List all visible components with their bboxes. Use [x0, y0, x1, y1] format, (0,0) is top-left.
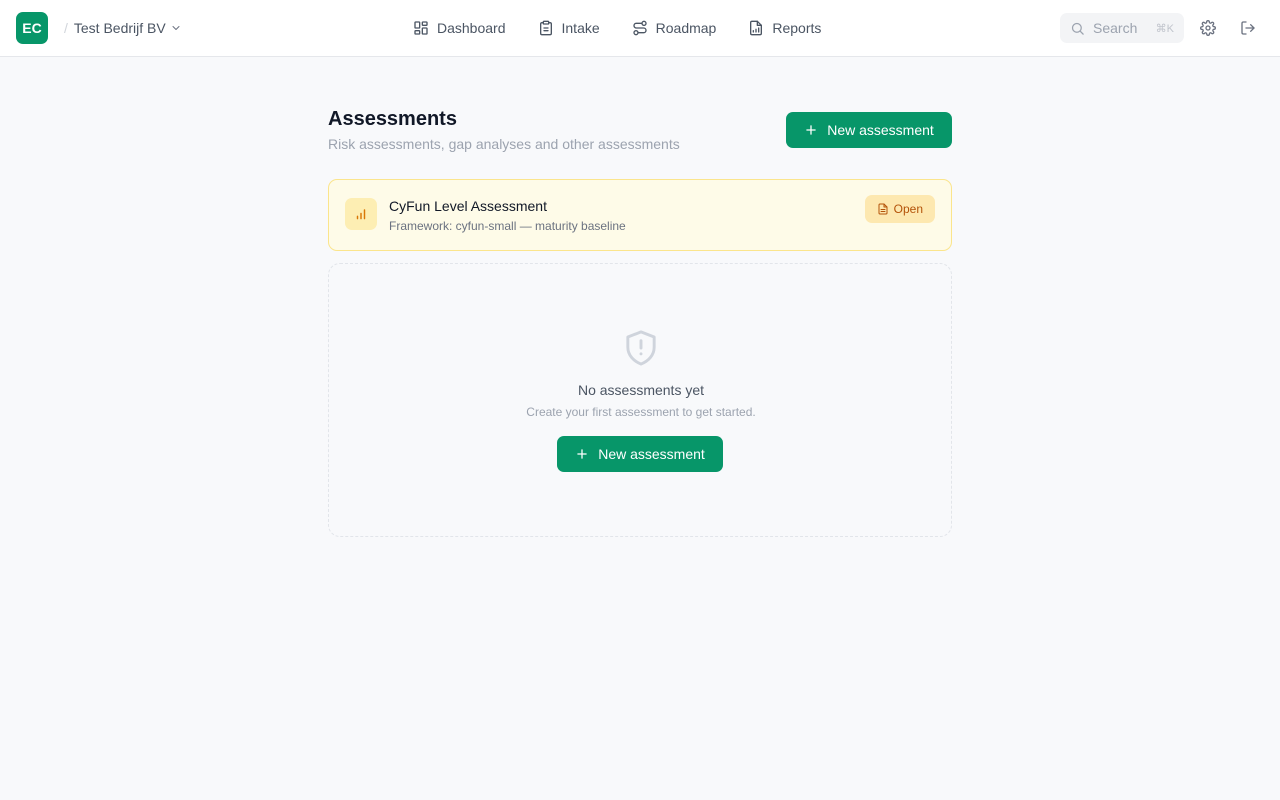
gear-icon [1200, 20, 1216, 36]
breadcrumb-separator: / [64, 20, 68, 36]
nav-intake[interactable]: Intake [528, 14, 610, 42]
nav-roadmap-label: Roadmap [655, 20, 717, 36]
empty-state-title: No assessments yet [577, 382, 705, 398]
status-badge: Open [864, 195, 935, 223]
empty-new-assessment-label: New assessment [598, 446, 705, 462]
assessment-framework: Framework: cyfun-small — maturity baseli… [389, 219, 626, 233]
main-nav: Dashboard Intake Roadmap Reports [403, 14, 831, 42]
logout-icon [1241, 21, 1255, 35]
assessment-icon-tile [345, 198, 377, 230]
empty-new-assessment-button[interactable]: New assessment [557, 436, 723, 472]
main-content: Assessments Risk assessments, gap analys… [328, 108, 952, 537]
nav-reports-label: Reports [772, 20, 822, 36]
assessment-card[interactable]: CyFun Level Assessment Framework: cyfun-… [328, 179, 952, 251]
empty-state: No assessments yet Create your first ass… [328, 263, 952, 537]
search-shortcut: ⌘K [1155, 22, 1174, 35]
shield-alert-icon [626, 330, 656, 366]
new-assessment-button[interactable]: New assessment [786, 112, 952, 148]
search-icon [1071, 22, 1084, 35]
assessment-name: CyFun Level Assessment [389, 198, 547, 214]
top-navigation-bar: EC / Test Bedrijf BV Dashboard Intake Ro… [0, 0, 1280, 57]
bar-chart-icon [356, 209, 366, 220]
plus-icon [806, 125, 816, 135]
org-logo[interactable]: EC [16, 12, 48, 44]
status-label: Open [893, 202, 923, 216]
chevron-down-icon [172, 26, 180, 30]
search-input[interactable]: Search ⌘K [1060, 13, 1184, 43]
plus-icon [577, 449, 587, 459]
empty-state-subtitle: Create your first assessment to get star… [526, 405, 756, 419]
org-switcher[interactable]: / Test Bedrijf BV [64, 18, 182, 38]
settings-button[interactable] [1198, 18, 1218, 38]
nav-roadmap[interactable]: Roadmap [622, 14, 727, 42]
nav-reports[interactable]: Reports [738, 14, 831, 42]
nav-dashboard[interactable]: Dashboard [403, 14, 516, 42]
route-icon [632, 20, 647, 36]
org-name: Test Bedrijf BV [73, 20, 166, 36]
logout-button[interactable] [1238, 18, 1258, 38]
nav-intake-label: Intake [561, 20, 600, 36]
report-file-icon [750, 20, 763, 36]
clipboard-icon [539, 20, 552, 36]
dashboard-grid-icon [414, 21, 428, 35]
document-icon [878, 203, 888, 215]
new-assessment-label: New assessment [827, 122, 934, 138]
search-placeholder: Search [1093, 20, 1138, 36]
nav-dashboard-label: Dashboard [437, 20, 506, 36]
